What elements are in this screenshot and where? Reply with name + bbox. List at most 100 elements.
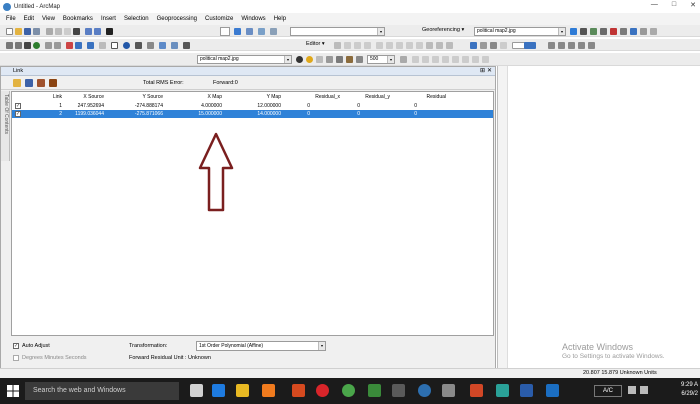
table-row-selected[interactable]: ✓ 2 1199.036044 -275.871066 15.000000 14… (12, 110, 493, 118)
view-link-table-icon[interactable] (620, 27, 627, 35)
paste-icon[interactable] (64, 27, 71, 35)
network-icon[interactable] (628, 386, 636, 394)
redo-icon[interactable] (94, 27, 101, 35)
auto-register-icon[interactable] (49, 79, 57, 87)
edit-vertices-icon[interactable] (376, 41, 383, 49)
georeferencing-menu[interactable]: Georeferencing ▾ (422, 27, 464, 33)
measure-icon[interactable] (147, 41, 154, 49)
scale-combo[interactable]: ▾ (290, 26, 385, 36)
reshape-icon[interactable] (386, 41, 393, 49)
fixed-zoom-in-icon[interactable] (45, 41, 52, 49)
catalog-icon[interactable] (258, 27, 265, 35)
add-data-icon[interactable] (106, 27, 113, 35)
scale-field[interactable] (220, 26, 230, 36)
app2-icon[interactable] (442, 384, 455, 397)
swipe-icon[interactable] (480, 41, 487, 49)
col-residual-y[interactable]: Residual_y (342, 94, 390, 100)
delete-link-icon[interactable] (37, 79, 45, 87)
vlc-icon[interactable] (262, 384, 275, 397)
brightness-icon[interactable] (306, 55, 313, 63)
input-language-indicator[interactable]: A/C (594, 385, 622, 397)
full-extent-icon[interactable] (33, 41, 40, 49)
auto-adjust-checkbox[interactable]: ✓ (13, 343, 19, 349)
forward-extent-icon[interactable] (75, 41, 82, 49)
rotate-icon[interactable] (590, 27, 597, 35)
load-links-icon[interactable] (13, 79, 21, 87)
col-residual-x[interactable]: Residual_x (292, 94, 340, 100)
clear-selection-icon[interactable] (99, 41, 106, 49)
col-y-map[interactable]: Y Map (233, 94, 281, 100)
word-icon[interactable] (520, 384, 533, 397)
editor-menu[interactable]: Editor ▾ (306, 41, 325, 47)
app4-icon[interactable] (546, 384, 559, 397)
task-view-icon[interactable] (190, 384, 203, 397)
measure-raster-icon[interactable] (356, 55, 363, 63)
col-x-map[interactable]: X Map (174, 94, 222, 100)
delete-links-icon[interactable] (610, 27, 617, 35)
identify-icon[interactable] (123, 41, 130, 49)
tool-f-icon[interactable] (462, 55, 469, 63)
cut-polygons-icon[interactable] (396, 41, 403, 49)
transparency-icon[interactable] (316, 55, 323, 63)
text-icon[interactable] (588, 41, 595, 49)
find-icon[interactable] (135, 41, 142, 49)
zoom-out-icon[interactable] (15, 41, 22, 49)
new-document-icon[interactable] (6, 27, 13, 35)
cut-icon[interactable] (46, 27, 53, 35)
tool-h-icon[interactable] (482, 55, 489, 63)
viewer-icon[interactable] (558, 41, 565, 49)
rotate-tool-icon[interactable] (416, 41, 423, 49)
copy-icon[interactable] (55, 27, 62, 35)
hyperlink-icon[interactable] (159, 41, 166, 49)
color-swatch[interactable] (524, 41, 536, 49)
close-link-window-icon[interactable]: ✕ (487, 67, 492, 76)
file-explorer-icon[interactable] (236, 384, 249, 397)
tool-g-icon[interactable] (472, 55, 479, 63)
add-control-points-icon[interactable] (570, 27, 577, 35)
menu-bookmarks[interactable]: Bookmarks (63, 16, 93, 22)
chrome-icon[interactable] (342, 384, 355, 397)
map-display[interactable] (497, 66, 700, 374)
clock[interactable]: 9:29 A 6/29/2 (654, 381, 698, 399)
table-of-contents-tab[interactable]: Table Of Contents (1, 91, 10, 161)
split-icon[interactable] (406, 41, 413, 49)
zoom-percent-combo[interactable]: 500 ▾ (367, 54, 395, 64)
back-extent-icon[interactable] (66, 41, 73, 49)
georef-layer-combo[interactable]: political map2.jpg ▾ (474, 26, 566, 36)
reset-transformation-icon[interactable] (650, 27, 657, 35)
layout-tool-icon[interactable] (568, 41, 575, 49)
rectify-icon[interactable] (630, 27, 637, 35)
create-features-icon[interactable] (446, 41, 453, 49)
attributes-icon[interactable] (426, 41, 433, 49)
save-links-icon[interactable] (25, 79, 33, 87)
raster-layer-combo[interactable]: political map2.jpg ▾ (197, 54, 292, 64)
tool-e-icon[interactable] (452, 55, 459, 63)
magnifier-icon[interactable] (500, 41, 507, 49)
edit-tool-icon[interactable] (334, 41, 341, 49)
table-of-contents-icon[interactable] (246, 27, 253, 35)
store-icon[interactable] (392, 384, 405, 397)
editor-toolbar-icon[interactable] (234, 27, 241, 35)
edge-browser-icon[interactable] (212, 384, 225, 397)
app-icon[interactable] (368, 384, 381, 397)
col-y-source[interactable]: Y Source (115, 94, 163, 100)
menu-geoprocessing[interactable]: Geoprocessing (157, 16, 197, 22)
menu-insert[interactable]: Insert (101, 16, 116, 22)
menu-windows[interactable]: Windows (241, 16, 265, 22)
sketch-properties-icon[interactable] (436, 41, 443, 49)
minimize-button[interactable]: — (651, 1, 658, 9)
shift-icon[interactable] (600, 27, 607, 35)
app3-icon[interactable] (496, 384, 509, 397)
delete-icon[interactable] (73, 27, 80, 35)
col-residual[interactable]: Residual (398, 94, 446, 100)
effects-icon[interactable] (470, 41, 477, 49)
zoom-in-icon[interactable] (6, 41, 13, 49)
image-icon[interactable] (346, 55, 353, 63)
menu-help[interactable]: Help (274, 16, 286, 22)
windows-start-icon[interactable] (7, 385, 19, 397)
menu-view[interactable]: View (42, 16, 55, 22)
degrees-minutes-seconds-checkbox[interactable] (13, 355, 19, 361)
open-folder-icon[interactable] (15, 27, 22, 35)
overview-icon[interactable] (548, 41, 555, 49)
tool-a-icon[interactable] (412, 55, 419, 63)
